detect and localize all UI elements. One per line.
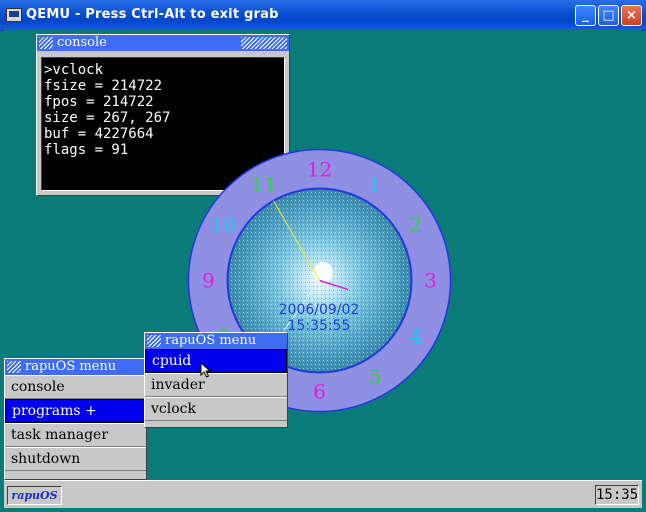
minimize-icon: _ [582,8,589,23]
program-item-cpuid[interactable]: cpuid [145,349,287,373]
qemu-app-icon [6,8,22,22]
console-line: buf = 4227664 [44,126,154,142]
clock-date: 2006/09/02 [279,302,360,318]
menu-item-programs[interactable]: programs + [5,399,146,423]
console-line: fpos = 214722 [44,94,154,110]
mouse-pointer-icon [200,362,212,378]
clock-numeral: 3 [424,269,437,293]
console-line: fsize = 214722 [44,78,163,94]
close-icon: × [626,8,637,23]
main-menu-title-bar: rapuOS menu [5,359,146,375]
clock-numeral: 12 [307,158,332,182]
menu-item-console[interactable]: console [5,375,146,399]
maximize-button[interactable]: □ [598,5,619,26]
console-line: size = 267, 267 [44,110,171,126]
console-line: >vclock [44,62,104,78]
programs-submenu[interactable]: rapuOS menu cpuid invader vclock [144,332,288,428]
window-title: QEMU - Press Ctrl-Alt to exit grab [26,7,279,22]
programs-menu-title: rapuOS menu [165,333,257,348]
menu-item-shutdown[interactable]: shutdown [5,447,146,471]
taskbar-clock: 15:35 [595,485,639,505]
clock-numeral: 6 [313,380,326,404]
program-item-vclock[interactable]: vclock [145,397,287,421]
menu-item-task-manager[interactable]: task manager [5,423,146,447]
grip-icon [147,335,161,347]
start-button[interactable]: rapuOS [7,486,62,505]
rapuos-main-menu[interactable]: rapuOS menu console programs + task manage… [4,358,147,480]
clock-numeral: 11 [251,172,276,196]
clock-numeral: 5 [369,365,382,389]
program-item-invader[interactable]: invader [145,373,287,397]
main-menu-title: rapuOS menu [25,359,117,374]
minimize-button[interactable]: _ [575,5,596,26]
clock-numeral: 10 [211,213,236,237]
clock-time: 15:35:55 [288,318,351,334]
clock-numeral: 9 [202,269,215,293]
grip-icon [7,361,21,373]
programs-menu-title-bar: rapuOS menu [145,333,287,349]
maximize-icon: □ [602,8,615,23]
guest-desktop[interactable]: console >vclock fsize = 214722 fpos = 2147… [4,30,642,508]
close-button[interactable]: × [621,5,642,26]
taskbar: rapuOS 15:35 [4,480,642,508]
clock-numeral: 4 [409,324,422,348]
clock-numeral: 1 [369,172,382,196]
console-title: console [57,35,107,50]
grip-icon [39,37,53,49]
qemu-title-bar[interactable]: QEMU - Press Ctrl-Alt to exit grab _ □ × [0,0,646,31]
window-controls-icon[interactable] [241,37,287,49]
clock-numeral: 2 [409,213,422,237]
console-title-bar[interactable]: console [37,35,289,51]
